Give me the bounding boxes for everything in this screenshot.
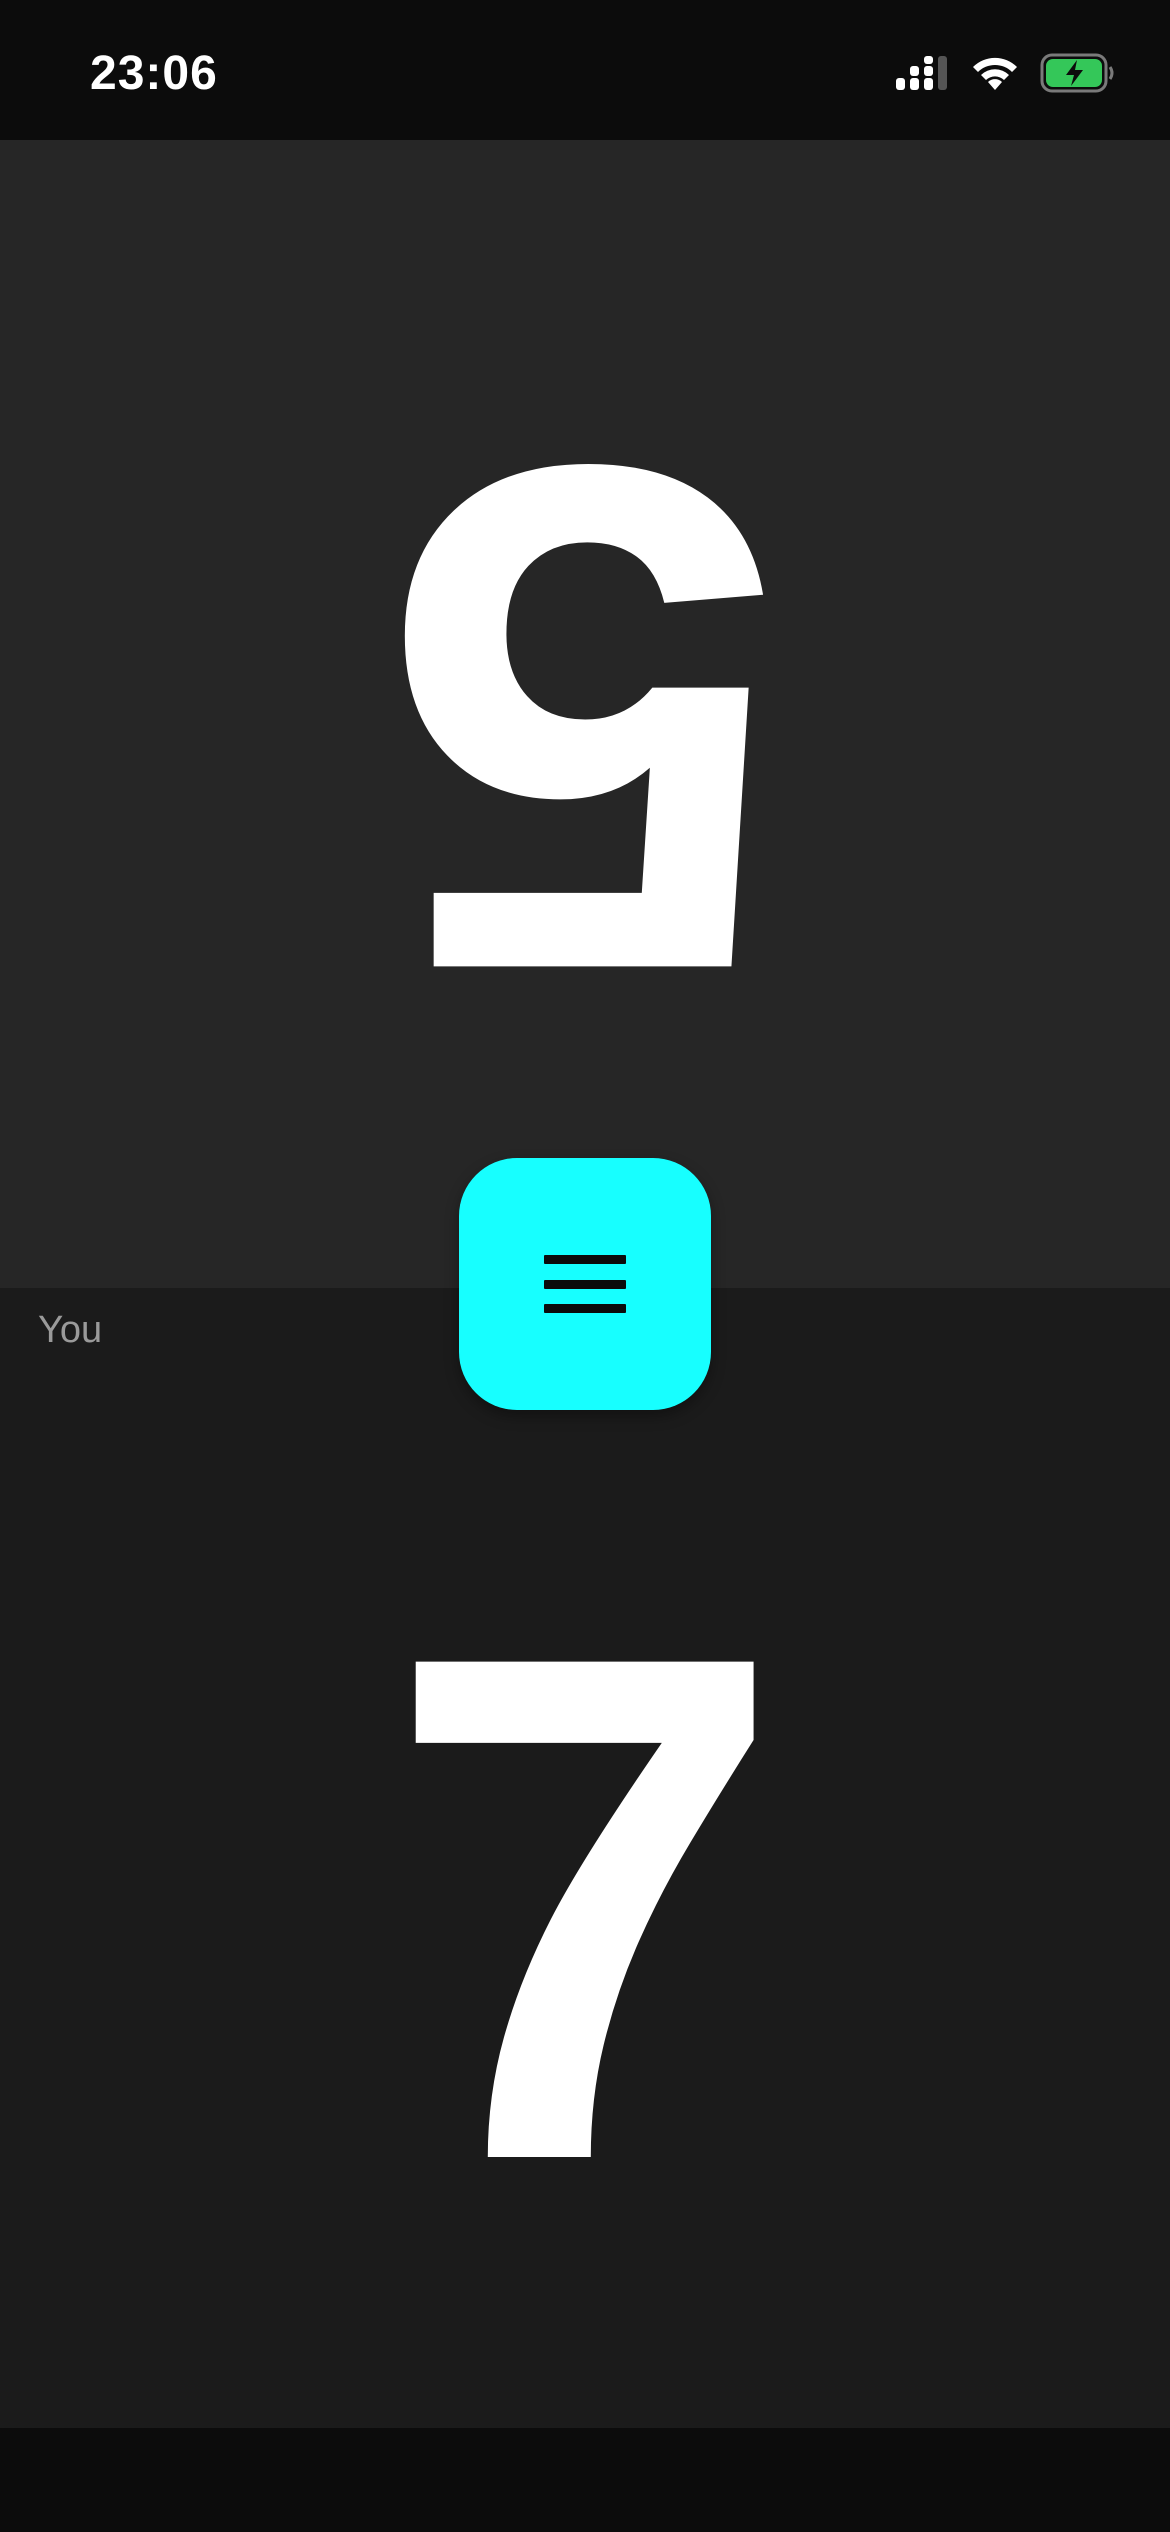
player-panel[interactable]: You 7 xyxy=(0,1288,1170,2428)
menu-button[interactable] xyxy=(459,1158,711,1410)
opponent-score: 5 xyxy=(384,318,786,1123)
cellular-signal-icon xyxy=(896,56,947,90)
status-icons xyxy=(894,48,1116,98)
player-label: You xyxy=(38,1309,103,1351)
opponent-panel[interactable]: 5 xyxy=(0,140,1170,1288)
player-score: 7 xyxy=(384,1505,786,2310)
menu-icon xyxy=(544,1255,626,1313)
battery-charging-icon xyxy=(1040,53,1114,93)
home-indicator-area xyxy=(0,2428,1170,2532)
status-time: 23:06 xyxy=(90,47,218,100)
wifi-icon xyxy=(973,57,1017,90)
status-bar: 23:06 xyxy=(0,0,1170,140)
